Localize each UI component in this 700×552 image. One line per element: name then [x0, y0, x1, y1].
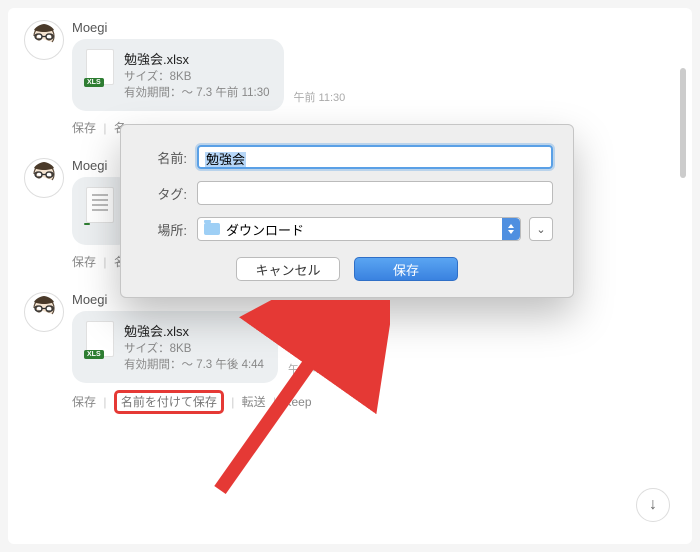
name-label: 名前: [141, 148, 187, 167]
action-separator: | [103, 121, 106, 135]
action-save-as-highlighted[interactable]: 名前を付けて保存 [114, 390, 224, 414]
message-block: Moegi 勉強会.xlsx サイズ：8KB 有効期間：～ 7.3 午後 4:4… [8, 288, 692, 383]
file-size: サイズ：8KB [124, 70, 270, 86]
file-bubble[interactable]: 勉強会.xlsx サイズ：8KB 有効期間：～ 7.3 午後 4:44 [72, 311, 278, 383]
file-size: サイズ：8KB [124, 342, 264, 358]
action-forward[interactable]: 転送 [242, 395, 266, 409]
action-save[interactable]: 保存 [72, 255, 96, 269]
action-save[interactable]: 保存 [72, 121, 96, 135]
save-dialog: 名前: 勉強会 タグ: 場所: ダウンロード ⌄ キャンセル 保存 [120, 124, 574, 298]
file-expiry: 有効期間：～ 7.3 午後 4:44 [124, 358, 264, 374]
avatar[interactable] [24, 20, 64, 60]
filename-input[interactable]: 勉強会 [197, 145, 553, 169]
action-separator: | [231, 395, 234, 409]
xls-file-icon [86, 321, 114, 357]
action-keep[interactable]: Keep [283, 395, 311, 409]
message-block: Moegi 勉強会.xlsx サイズ：8KB 有効期間：～ 7.3 午前 11:… [8, 16, 692, 111]
expand-dialog-button[interactable]: ⌄ [529, 217, 553, 241]
updown-icon [502, 218, 520, 240]
timestamp: 午後 4:44 [288, 361, 334, 377]
tag-input[interactable] [197, 181, 553, 205]
file-expiry: 有効期間：～ 7.3 午前 11:30 [124, 86, 270, 102]
action-separator: | [103, 255, 106, 269]
file-name: 勉強会.xlsx [124, 321, 264, 340]
location-label: 場所: [141, 220, 187, 239]
scrollbar-thumb[interactable] [680, 68, 686, 178]
arrow-down-icon: ↓ [649, 496, 657, 514]
scroll-to-bottom-button[interactable]: ↓ [636, 488, 670, 522]
action-separator: | [273, 395, 276, 409]
doc-file-icon [86, 187, 114, 223]
save-button[interactable]: 保存 [354, 257, 458, 281]
action-save[interactable]: 保存 [72, 395, 96, 409]
xls-file-icon [86, 49, 114, 85]
file-name: 勉強会.xlsx [124, 49, 270, 68]
message-actions: 保存 | 名前を付けて保存 | 転送 | Keep [8, 393, 692, 410]
file-bubble[interactable]: 勉強会.xlsx サイズ：8KB 有効期間：～ 7.3 午前 11:30 [72, 39, 284, 111]
cancel-button[interactable]: キャンセル [236, 257, 340, 281]
avatar[interactable] [24, 158, 64, 198]
location-select[interactable]: ダウンロード [197, 217, 521, 241]
filename-input-value: 勉強会 [205, 152, 246, 167]
avatar[interactable] [24, 292, 64, 332]
tag-label: タグ: [141, 184, 187, 203]
timestamp: 午前 11:30 [294, 89, 346, 105]
action-separator: | [103, 395, 106, 409]
location-value: ダウンロード [226, 220, 304, 239]
folder-icon [204, 223, 220, 235]
sender-name: Moegi [72, 20, 676, 35]
chevron-down-icon: ⌄ [536, 223, 545, 236]
